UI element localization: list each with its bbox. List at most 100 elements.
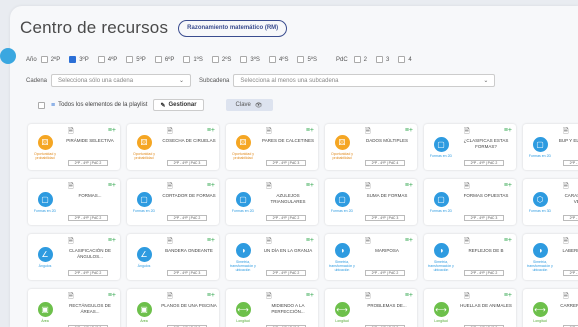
add-to-playlist-icon[interactable]: ≡+ — [306, 182, 314, 189]
document-icon[interactable]: 🗎 — [365, 182, 371, 193]
pdc-checkbox[interactable] — [398, 56, 406, 63]
year-checkbox[interactable] — [40, 56, 48, 63]
document-icon[interactable]: 🗎 — [464, 292, 470, 303]
document-icon[interactable]: 🗎 — [266, 127, 272, 138]
resource-card[interactable]: ◑Simetría, transformación y ubicación🗎≡+… — [523, 234, 578, 280]
add-to-playlist-icon[interactable]: ≡+ — [207, 237, 215, 244]
document-icon[interactable]: 🗎 — [68, 182, 74, 193]
document-icon[interactable]: 🗎 — [167, 237, 173, 248]
add-to-playlist-icon[interactable]: ≡+ — [108, 237, 116, 244]
year-option[interactable]: 4ºP — [97, 56, 117, 63]
add-to-playlist-icon[interactable]: ≡+ — [108, 182, 116, 189]
resource-card[interactable]: ▢Formas en 2D🗎≡+BUP Y EL RECTÁNGULO2ºP -… — [523, 124, 578, 170]
document-icon[interactable]: 🗎 — [563, 127, 569, 138]
add-to-playlist-icon[interactable]: ≡+ — [306, 127, 314, 134]
year-checkbox[interactable] — [297, 56, 305, 63]
document-icon[interactable]: 🗎 — [68, 292, 74, 303]
resource-card[interactable]: ⚄ Oportunidad y probabilidad 🗎 ≡+ PARES DE C… — [226, 124, 318, 170]
year-checkbox[interactable] — [126, 56, 134, 63]
resource-card[interactable]: ⟷Longitud🗎≡+PROBLEMAS DE...2ºP - 4ºP | P… — [325, 289, 417, 327]
add-to-playlist-icon[interactable]: ≡+ — [306, 237, 314, 244]
add-to-playlist-icon[interactable]: ≡+ — [405, 127, 413, 134]
resource-card[interactable]: ⚄ Oportunidad y probabilidad 🗎 ≡+ PIRÁMIDE S… — [28, 124, 120, 170]
pdc-option[interactable]: 2 — [353, 56, 367, 63]
document-icon[interactable]: 🗎 — [266, 237, 272, 248]
resource-card[interactable]: ◑Simetría, transformación y ubicación🗎≡+… — [226, 234, 318, 280]
resource-card[interactable]: ▢ Formas en 2D 🗎 ≡+ AZULEJOS TRIANGULARES 2ºP… — [226, 179, 318, 225]
clave-button[interactable]: Clave 👁 — [225, 99, 273, 111]
document-icon[interactable]: 🗎 — [365, 237, 371, 248]
document-icon[interactable]: 🗎 — [266, 182, 272, 193]
pdc-option[interactable]: 4 — [398, 56, 412, 63]
resource-card[interactable]: ▣Área🗎≡+PLANOS DE UNA PISCINA2ºP - 4ºP |… — [127, 289, 219, 327]
year-option[interactable]: 5ºS — [297, 56, 317, 63]
resource-card[interactable]: ▢ Formas en 2D 🗎 ≡+ CORTADOR DE FORMAS 2ºP - … — [127, 179, 219, 225]
document-icon[interactable]: 🗎 — [167, 292, 173, 303]
resource-card[interactable]: ▢ Formas en 2D 🗎 ≡+ SUMA DE FORMAS 2ºP - 4ºP … — [325, 179, 417, 225]
document-icon[interactable]: 🗎 — [167, 127, 173, 138]
resource-card[interactable]: ⟷Longitud🗎≡+MIDIENDO A LA PERFECCIÓN...2… — [226, 289, 318, 327]
document-icon[interactable]: 🗎 — [464, 237, 470, 248]
year-option[interactable]: 4ºS — [268, 56, 288, 63]
subject-badge[interactable]: Razonamiento matemático (RM) — [178, 19, 288, 37]
resource-card[interactable]: ▢ Formas en 2D 🗎 ≡+ FORMAS... 2ºP - 4ºP | PdC… — [28, 179, 120, 225]
add-to-playlist-icon[interactable]: ≡+ — [504, 127, 512, 134]
resource-card[interactable]: ∠ Ángulos 🗎 ≡+ BANDERA ONDEANTE 2ºP - 4ºP | P… — [127, 234, 219, 280]
resource-card[interactable]: ▢ Formas en 2D 🗎 ≡+ ¿CLASIFICAS ESTAS FORMAS… — [424, 124, 516, 170]
add-to-playlist-icon[interactable]: ≡+ — [306, 292, 314, 299]
add-to-playlist-icon[interactable]: ≡+ — [504, 292, 512, 299]
year-checkbox[interactable] — [154, 56, 162, 63]
resource-card[interactable]: ◑Simetría, transformación y ubicación🗎≡+… — [325, 234, 417, 280]
document-icon[interactable]: 🗎 — [365, 127, 371, 138]
pdc-option[interactable]: 3 — [376, 56, 389, 63]
add-to-playlist-icon[interactable]: ≡+ — [405, 292, 413, 299]
resource-card[interactable]: ⚄ Oportunidad y probabilidad 🗎 ≡+ DADOS MÚLT… — [325, 124, 417, 170]
resource-card[interactable]: ⚄ Oportunidad y probabilidad 🗎 ≡+ COSECHA DE… — [127, 124, 219, 170]
resource-card[interactable]: ▢ Formas en 2D 🗎 ≡+ FORMAS OPUESTAS 2ºP - 4ºP… — [424, 179, 516, 225]
document-icon[interactable]: 🗎 — [464, 127, 470, 138]
year-option[interactable]: 2ºP — [40, 56, 60, 63]
add-to-playlist-icon[interactable]: ≡+ — [207, 127, 215, 134]
year-checkbox[interactable] — [240, 56, 248, 63]
document-icon[interactable]: 🗎 — [266, 292, 272, 303]
resource-card[interactable]: ⬡Formas en 3D🗎≡+CARAS, ARISTAS Y VÉRTICE… — [523, 179, 578, 225]
add-to-playlist-icon[interactable]: ≡+ — [405, 237, 413, 244]
add-to-playlist-icon[interactable]: ≡+ — [207, 292, 215, 299]
document-icon[interactable]: 🗎 — [563, 182, 569, 193]
year-option[interactable]: 3ºS — [240, 56, 260, 63]
pdc-checkbox[interactable] — [376, 56, 384, 63]
document-icon[interactable]: 🗎 — [563, 237, 569, 248]
playlist-toggle[interactable]: ≡ Todos los elementos de la playlist — [38, 101, 147, 109]
year-option[interactable]: 1ºS — [183, 56, 203, 63]
document-icon[interactable]: 🗎 — [167, 182, 173, 193]
year-option[interactable]: 3ºP — [69, 56, 89, 63]
year-option[interactable]: 6ºP — [154, 56, 174, 63]
year-checkbox[interactable] — [211, 56, 219, 63]
year-checkbox[interactable] — [97, 56, 105, 63]
gestionar-button[interactable]: ✎ Gestionar — [153, 99, 204, 111]
document-icon[interactable]: 🗎 — [365, 292, 371, 303]
resource-card[interactable]: ⟷Longitud🗎≡+CARRERA DE ROBOTS2ºP - 4ºP |… — [523, 289, 578, 327]
playlist-checkbox[interactable] — [38, 101, 45, 109]
document-icon[interactable]: 🗎 — [563, 292, 569, 303]
year-option[interactable]: 2ºS — [211, 56, 231, 63]
document-icon[interactable]: 🗎 — [464, 182, 470, 193]
side-tab-indicator[interactable] — [0, 48, 16, 64]
add-to-playlist-icon[interactable]: ≡+ — [207, 182, 215, 189]
year-option[interactable]: 5ºP — [126, 56, 146, 63]
resource-card[interactable]: ∠ Ángulos 🗎 ≡+ CLASIFICACIÓN DE ÁNGULOS... 2º… — [28, 234, 120, 280]
add-to-playlist-icon[interactable]: ≡+ — [504, 237, 512, 244]
resource-card[interactable]: ▣Área🗎≡+RECTÁNGULOS DE ÁREAS...2ºP - 4ºP… — [28, 289, 120, 327]
year-checkbox[interactable] — [268, 56, 276, 63]
add-to-playlist-icon[interactable]: ≡+ — [405, 182, 413, 189]
year-checkbox[interactable] — [69, 56, 77, 63]
add-to-playlist-icon[interactable]: ≡+ — [108, 292, 116, 299]
document-icon[interactable]: 🗎 — [68, 127, 74, 138]
resource-card[interactable]: ◑Simetría, transformación y ubicación🗎≡+… — [424, 234, 516, 280]
add-to-playlist-icon[interactable]: ≡+ — [504, 182, 512, 189]
pdc-checkbox[interactable] — [353, 56, 361, 63]
resource-card[interactable]: ⟷Longitud🗎≡+HUELLAS DE ANIMALES2ºP - 4ºP… — [424, 289, 516, 327]
year-checkbox[interactable] — [183, 56, 191, 63]
subcadena-select[interactable]: Selecciona al menos una subcadena ⌄ — [233, 74, 496, 87]
cadena-select[interactable]: Selecciona sólo una cadena ⌄ — [51, 74, 192, 87]
